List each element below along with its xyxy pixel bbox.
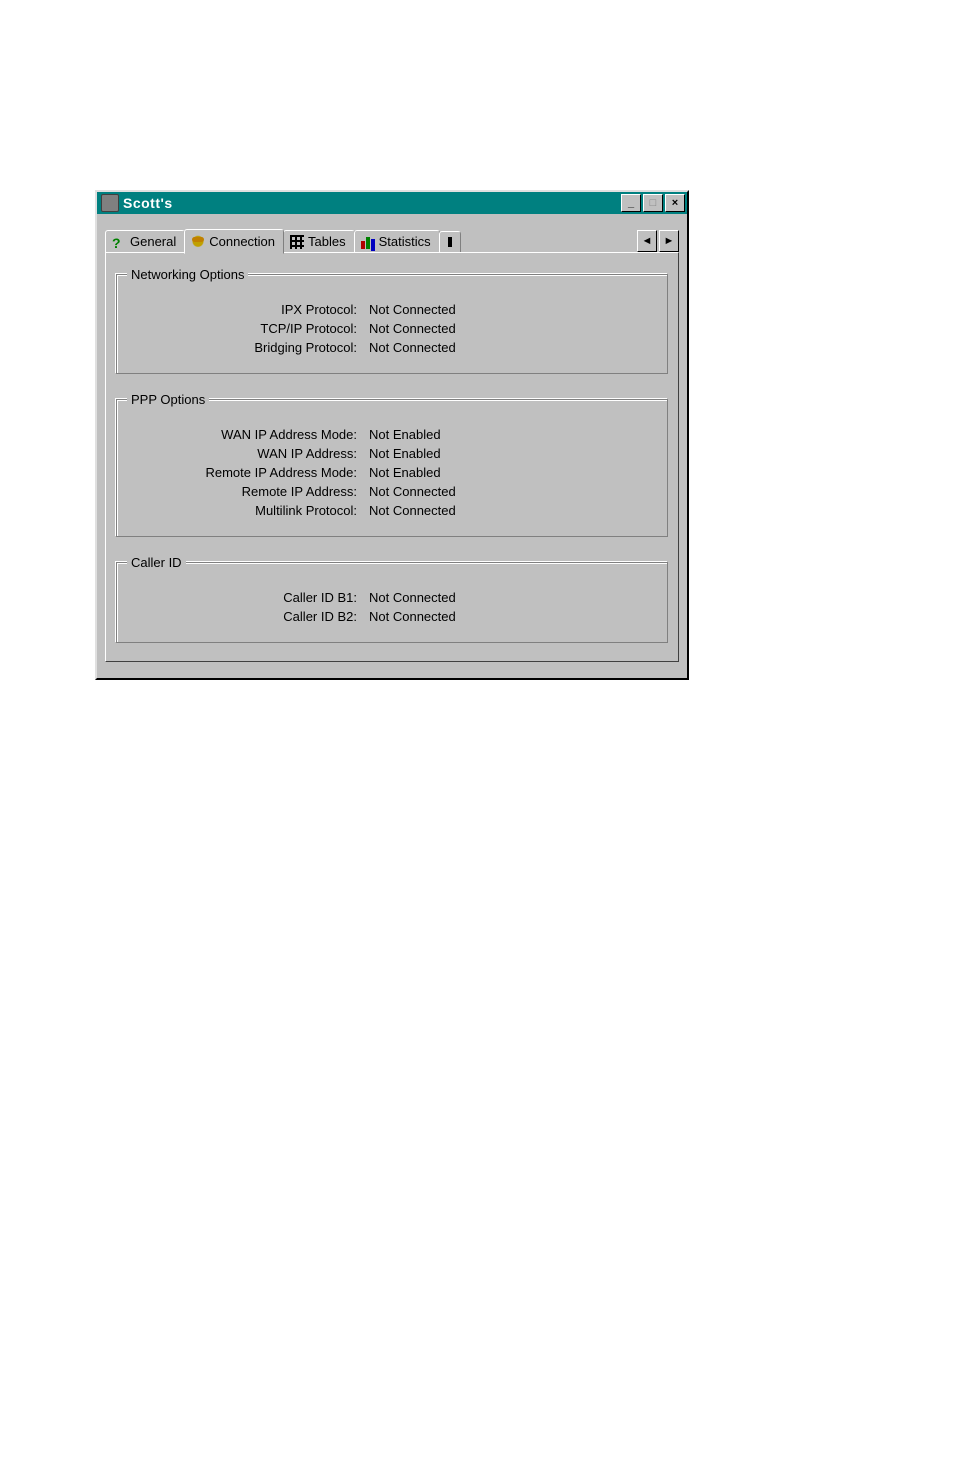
value: Not Connected [369,590,456,605]
row-multilink-protocol: Multilink Protocol: Not Connected [127,503,657,518]
value: Not Enabled [369,427,441,442]
group-legend: Caller ID [127,555,186,570]
value: Not Connected [369,503,456,518]
tab-scroll-left-button[interactable]: ◄ [637,230,657,252]
tab-scroll-buttons: ◄ ► [635,230,679,252]
app-window: Scott's _ □ × General Connection [95,190,689,680]
row-wan-ip-mode: WAN IP Address Mode: Not Enabled [127,427,657,442]
row-ipx-protocol: IPX Protocol: Not Connected [127,302,657,317]
row-bridging-protocol: Bridging Protocol: Not Connected [127,340,657,355]
app-icon [101,194,119,212]
row-wan-ip: WAN IP Address: Not Enabled [127,446,657,461]
tab-more[interactable] [439,231,461,253]
tab-scroll-right-button[interactable]: ► [659,230,679,252]
question-icon [112,235,126,249]
tab-tables[interactable]: Tables [283,230,355,253]
label: Multilink Protocol: [127,503,369,518]
window-title: Scott's [123,195,619,211]
tables-icon [290,235,304,249]
client-area: General Connection Tables Statistics [97,214,687,678]
label: Caller ID B2: [127,609,369,624]
group-ppp-options: PPP Options WAN IP Address Mode: Not Ena… [116,392,668,537]
maximize-button[interactable]: □ [643,194,663,212]
title-bar[interactable]: Scott's _ □ × [97,192,687,214]
tab-label: Statistics [379,234,431,249]
row-caller-id-b1: Caller ID B1: Not Connected [127,590,657,605]
label: Bridging Protocol: [127,340,369,355]
label: Remote IP Address Mode: [127,465,369,480]
value: Not Enabled [369,465,441,480]
row-remote-ip-mode: Remote IP Address Mode: Not Enabled [127,465,657,480]
group-networking-options: Networking Options IPX Protocol: Not Con… [116,267,668,374]
value: Not Connected [369,340,456,355]
label: Remote IP Address: [127,484,369,499]
statistics-icon [361,235,375,249]
label: TCP/IP Protocol: [127,321,369,336]
tab-statistics[interactable]: Statistics [354,230,440,253]
row-tcpip-protocol: TCP/IP Protocol: Not Connected [127,321,657,336]
tab-label: Tables [308,234,346,249]
more-icon [444,235,458,249]
close-button[interactable]: × [665,194,685,212]
row-caller-id-b2: Caller ID B2: Not Connected [127,609,657,624]
label: WAN IP Address: [127,446,369,461]
tab-label: Connection [209,234,275,249]
value: Not Connected [369,484,456,499]
value: Not Connected [369,302,456,317]
label: Caller ID B1: [127,590,369,605]
row-remote-ip: Remote IP Address: Not Connected [127,484,657,499]
minimize-button[interactable]: _ [621,194,641,212]
label: WAN IP Address Mode: [127,427,369,442]
group-legend: Networking Options [127,267,248,282]
group-caller-id: Caller ID Caller ID B1: Not Connected Ca… [116,555,668,643]
tab-label: General [130,234,176,249]
value: Not Enabled [369,446,441,461]
label: IPX Protocol: [127,302,369,317]
value: Not Connected [369,609,456,624]
tab-connection[interactable]: Connection [184,229,284,254]
value: Not Connected [369,321,456,336]
tab-general[interactable]: General [105,230,185,253]
tab-panel-connection: Networking Options IPX Protocol: Not Con… [105,252,679,662]
tab-strip: General Connection Tables Statistics [105,224,679,252]
window-buttons: _ □ × [619,194,685,212]
phone-icon [191,235,205,249]
group-legend: PPP Options [127,392,209,407]
